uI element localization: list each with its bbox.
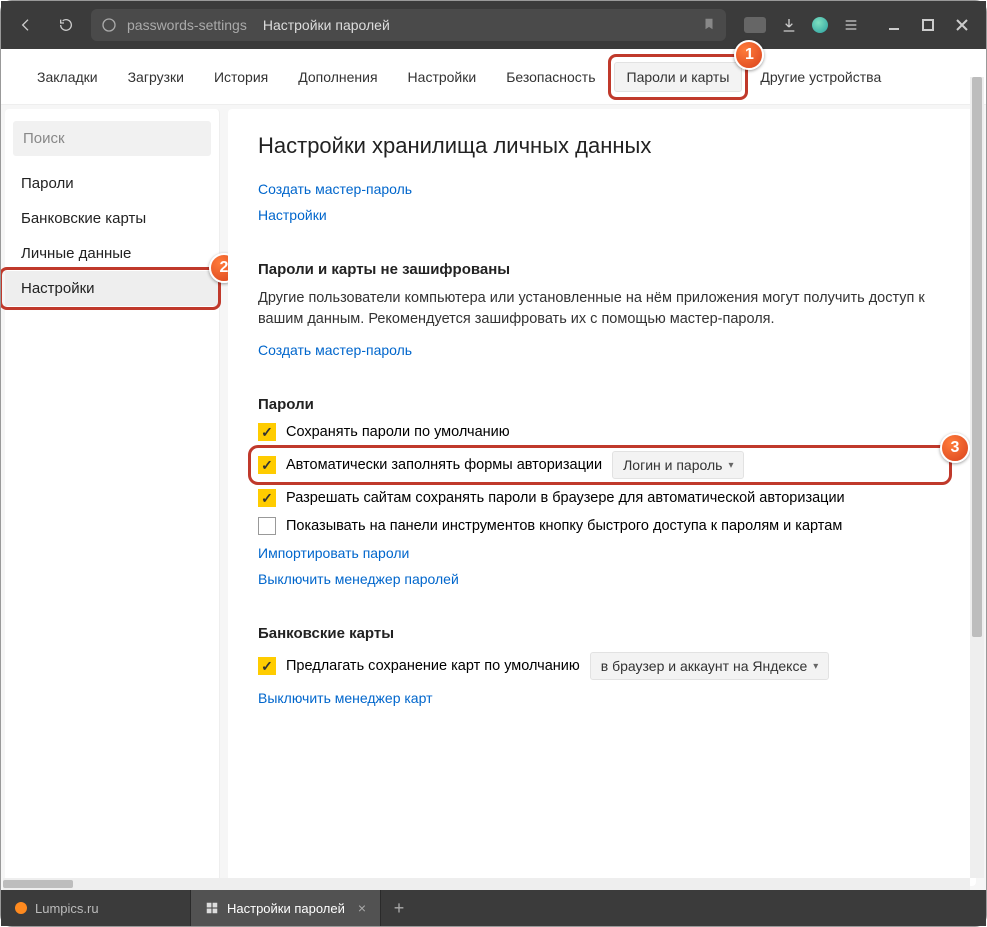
dropdown-value: в браузер и аккаунт на Яндексе: [601, 658, 807, 674]
menu-icon[interactable]: [842, 16, 860, 34]
nav-addons[interactable]: Дополнения: [286, 63, 389, 91]
address-bar[interactable]: passwords-settings Настройки паролей: [91, 9, 726, 41]
tab-close-icon[interactable]: ×: [358, 900, 366, 916]
scrollbar-thumb[interactable]: [3, 880, 73, 888]
opt-save-passwords[interactable]: Сохранять пароли по умолчанию: [258, 423, 946, 441]
settings-sidebar: Поиск Пароли Банковские карты Личные дан…: [5, 109, 220, 886]
tab-title: Lumpics.ru: [35, 901, 99, 916]
toolbar-right: [744, 16, 860, 34]
address-title: Настройки паролей: [263, 17, 390, 33]
browser-titlebar: passwords-settings Настройки паролей: [1, 1, 986, 49]
tab-lumpics[interactable]: Lumpics.ru: [1, 890, 191, 926]
vertical-scrollbar[interactable]: [970, 77, 984, 878]
tab-strip: Lumpics.ru Настройки паролей × +: [1, 890, 986, 926]
chevron-down-icon: ▾: [813, 661, 818, 672]
page-heading: Настройки хранилища личных данных: [258, 133, 946, 159]
sidebar-item-settings[interactable]: Настройки: [5, 271, 219, 306]
link-create-master-1[interactable]: Создать мастер-пароль: [258, 181, 412, 197]
nav-settings[interactable]: Настройки: [396, 63, 489, 91]
reload-button[interactable]: [51, 10, 81, 40]
nav-passwords-cards[interactable]: Пароли и карты: [614, 62, 743, 92]
opt-label: Показывать на панели инструментов кнопку…: [286, 518, 842, 534]
new-tab-button[interactable]: +: [381, 890, 417, 926]
profile-icon[interactable]: [812, 17, 828, 33]
horizontal-scrollbar[interactable]: [3, 878, 970, 890]
link-settings[interactable]: Настройки: [258, 207, 327, 223]
nav-security[interactable]: Безопасность: [494, 63, 607, 91]
passwords-title: Пароли: [258, 396, 946, 413]
cards-dropdown[interactable]: в браузер и аккаунт на Яндексе ▾: [590, 652, 830, 680]
checkbox-icon[interactable]: [258, 657, 276, 675]
window-close[interactable]: [948, 11, 976, 39]
cards-title: Банковские карты: [258, 625, 946, 642]
link-import-passwords[interactable]: Импортировать пароли: [258, 545, 409, 561]
sidebar-item-personal[interactable]: Личные данные: [5, 236, 219, 271]
encryption-title: Пароли и карты не зашифрованы: [258, 261, 946, 278]
nav-bookmarks[interactable]: Закладки: [25, 63, 110, 91]
opt-save-cards[interactable]: Предлагать сохранение карт по умолчанию …: [258, 652, 946, 680]
settings-top-nav: Закладки Загрузки История Дополнения Нас…: [1, 49, 986, 105]
nav-other-devices[interactable]: Другие устройства: [748, 63, 893, 91]
favicon: [15, 902, 27, 914]
nav-downloads[interactable]: Загрузки: [116, 63, 196, 91]
address-slug: passwords-settings: [127, 17, 247, 33]
tab-settings[interactable]: Настройки паролей ×: [191, 890, 381, 926]
downloads-icon[interactable]: [780, 16, 798, 34]
sidebar-item-cards[interactable]: Банковские карты: [5, 201, 219, 236]
sidebar-item-passwords[interactable]: Пароли: [5, 166, 219, 201]
link-disable-pwd-manager[interactable]: Выключить менеджер паролей: [258, 571, 459, 587]
opt-label: Предлагать сохранение карт по умолчанию: [286, 658, 580, 674]
opt-autofill[interactable]: Автоматически заполнять формы авторизаци…: [258, 451, 946, 479]
nav-history[interactable]: История: [202, 63, 280, 91]
encryption-text: Другие пользователи компьютера или устан…: [258, 288, 946, 330]
sidebar-search[interactable]: Поиск: [13, 121, 211, 156]
checkbox-icon[interactable]: [258, 517, 276, 535]
checkbox-icon[interactable]: [258, 456, 276, 474]
opt-allow-sites[interactable]: Разрешать сайтам сохранять пароли в брау…: [258, 489, 946, 507]
extension-icon[interactable]: [744, 17, 766, 33]
opt-label: Разрешать сайтам сохранять пароли в брау…: [286, 490, 845, 506]
favicon: [205, 901, 219, 915]
link-create-master-2[interactable]: Создать мастер-пароль: [258, 342, 412, 358]
autofill-dropdown[interactable]: Логин и пароль ▾: [612, 451, 744, 479]
opt-label: Сохранять пароли по умолчанию: [286, 424, 510, 440]
checkbox-icon[interactable]: [258, 423, 276, 441]
tab-title: Настройки паролей: [227, 901, 345, 916]
window-minimize[interactable]: [880, 11, 908, 39]
bookmark-icon[interactable]: [702, 17, 716, 34]
checkbox-icon[interactable]: [258, 489, 276, 507]
link-disable-card-manager[interactable]: Выключить менеджер карт: [258, 690, 432, 706]
main-content: Настройки хранилища личных данных Создат…: [228, 109, 976, 886]
chevron-down-icon: ▾: [728, 460, 733, 471]
site-icon: [101, 17, 117, 33]
scrollbar-thumb[interactable]: [972, 77, 982, 637]
back-button[interactable]: [11, 10, 41, 40]
window-maximize[interactable]: [914, 11, 942, 39]
opt-label: Автоматически заполнять формы авторизаци…: [286, 457, 602, 473]
opt-toolbar-button[interactable]: Показывать на панели инструментов кнопку…: [258, 517, 946, 535]
dropdown-value: Логин и пароль: [623, 457, 722, 473]
